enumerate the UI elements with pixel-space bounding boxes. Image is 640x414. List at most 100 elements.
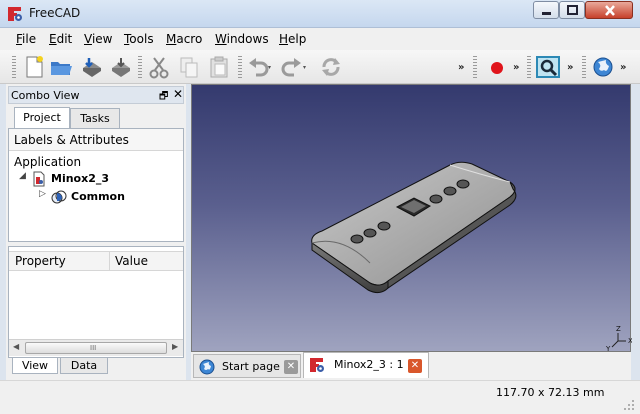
collapsed-arrow-icon[interactable]: ▷ <box>39 189 46 199</box>
tab-minox2-3[interactable]: Minox2_3 : 1 ✕ <box>303 352 429 378</box>
copy-button[interactable] <box>176 54 202 80</box>
menu-macro-label: acro <box>176 32 203 46</box>
value-column-header[interactable]: Value <box>115 254 148 268</box>
web-button[interactable] <box>590 54 616 80</box>
record-macro-button[interactable] <box>484 54 510 80</box>
open-folder-icon <box>51 62 72 75</box>
toolbar-overflow-4[interactable]: » <box>620 62 626 73</box>
menu-windows-label: indows <box>226 32 269 46</box>
menu-view-mnemonic: V <box>84 32 92 46</box>
menu-file-label: ile <box>22 32 37 46</box>
menu-view-label: iew <box>91 32 113 46</box>
menu-macro-mnemonic: M <box>166 32 177 46</box>
toolbar-grip-4[interactable] <box>473 56 477 78</box>
close-panel-icon[interactable]: ✕ <box>173 87 183 101</box>
combo-view-title: Combo View <box>11 89 80 102</box>
menu-tools-label: ools <box>129 32 154 46</box>
toolbar-grip-5[interactable] <box>527 56 531 78</box>
common-label: Common <box>71 190 125 203</box>
axis-x-label: X <box>628 337 632 345</box>
refresh-button[interactable] <box>318 54 344 80</box>
globe-icon <box>199 359 215 375</box>
document-tabs: Start page ✕ Minox2_3 : 1 ✕ <box>191 352 631 380</box>
tab-view[interactable]: View <box>12 358 58 374</box>
float-panel-icon[interactable]: 🗗 <box>159 89 168 106</box>
common-boolean-icon <box>51 190 67 204</box>
combo-view-tabs: Project Tasks <box>8 107 184 128</box>
3d-model-scene: X Z Y <box>311 161 632 353</box>
freecad-app-icon <box>8 7 22 21</box>
toolbar-grip-2[interactable] <box>138 56 142 78</box>
save-icon <box>83 58 101 77</box>
tab-project[interactable]: Project <box>14 107 70 128</box>
tree-view: Labels & Attributes Application ◢ Minox2… <box>8 128 184 242</box>
labels-attributes-header: Labels & Attributes <box>9 129 183 151</box>
toolbar-grip-6[interactable] <box>582 56 586 78</box>
tab-start-page[interactable]: Start page ✕ <box>193 354 301 378</box>
record-macro-icon <box>491 62 503 74</box>
paste-button[interactable] <box>206 54 232 80</box>
close-icon <box>605 5 615 16</box>
scrollbar-thumb[interactable]: III <box>25 342 167 354</box>
paste-icon <box>210 56 228 78</box>
save-as-button[interactable] <box>108 54 134 80</box>
menu-tools[interactable]: Tools <box>124 32 154 46</box>
maximize-button[interactable] <box>559 1 585 19</box>
model-plate[interactable] <box>311 161 517 294</box>
close-button[interactable] <box>585 1 633 19</box>
menu-help[interactable]: Help <box>279 32 306 46</box>
menu-edit-label: dit <box>56 32 73 46</box>
close-active-tab-icon[interactable]: ✕ <box>408 359 422 373</box>
property-column-header[interactable]: Property <box>15 254 66 268</box>
toolbar-grip-3[interactable] <box>238 56 242 78</box>
document-icon <box>33 171 45 187</box>
window-title: FreeCAD <box>29 6 81 20</box>
freecad-app-icon <box>310 358 324 372</box>
tab-data[interactable]: Data <box>60 358 108 374</box>
undo-icon <box>249 58 271 77</box>
open-button[interactable] <box>48 54 74 80</box>
axis-z-label: Z <box>616 325 621 333</box>
3d-view[interactable]: X Z Y <box>191 84 632 353</box>
tab-tasks[interactable]: Tasks <box>70 108 120 128</box>
toolbar-grip[interactable] <box>12 56 16 78</box>
tree-item-document[interactable]: ◢ Minox2_3 <box>19 171 169 187</box>
tree-application-label: Application <box>14 155 82 169</box>
new-document-icon <box>26 56 43 78</box>
menu-view[interactable]: View <box>84 32 112 46</box>
cut-button[interactable] <box>146 54 172 80</box>
toolbar-overflow-1[interactable]: » <box>458 62 464 73</box>
combo-view-header: Combo View 🗗 ✕ <box>8 86 184 104</box>
redo-button[interactable] <box>280 54 306 80</box>
close-tab-icon[interactable]: ✕ <box>284 360 298 374</box>
tree-item-common[interactable]: ▷ Common <box>39 189 179 205</box>
new-document-button[interactable] <box>21 54 47 80</box>
menu-windows[interactable]: Windows <box>215 32 269 46</box>
horizontal-scrollbar[interactable]: ◀ III ▶ <box>9 339 183 356</box>
labels-attributes-title: Labels & Attributes <box>14 133 129 147</box>
menu-edit-mnemonic: E <box>49 32 57 46</box>
maximize-icon <box>567 5 578 15</box>
save-as-icon <box>112 58 130 77</box>
minimize-button[interactable] <box>533 1 559 19</box>
status-bar: 117.70 x 72.13 mm <box>0 380 640 414</box>
toolbar-overflow-2[interactable]: » <box>513 62 519 73</box>
cut-icon <box>149 57 169 79</box>
minimize-icon <box>542 12 551 15</box>
menu-file[interactable]: File <box>16 32 36 46</box>
title-bar: FreeCAD <box>0 0 640 28</box>
scroll-grip: III <box>90 344 97 352</box>
copy-icon <box>180 57 198 78</box>
view-fit-button[interactable] <box>535 54 561 80</box>
scroll-left-icon[interactable]: ◀ <box>13 342 19 351</box>
column-separator[interactable] <box>109 252 110 270</box>
start-page-label: Start page <box>222 360 280 373</box>
save-button[interactable] <box>79 54 105 80</box>
resize-grip-icon[interactable] <box>622 399 636 411</box>
menu-edit[interactable]: Edit <box>49 32 72 46</box>
menu-macro[interactable]: Macro <box>166 32 202 46</box>
toolbar-overflow-3[interactable]: » <box>567 62 573 73</box>
expanded-arrow-icon[interactable]: ◢ <box>19 171 26 181</box>
scroll-right-icon[interactable]: ▶ <box>172 342 178 351</box>
undo-button[interactable] <box>246 54 272 80</box>
